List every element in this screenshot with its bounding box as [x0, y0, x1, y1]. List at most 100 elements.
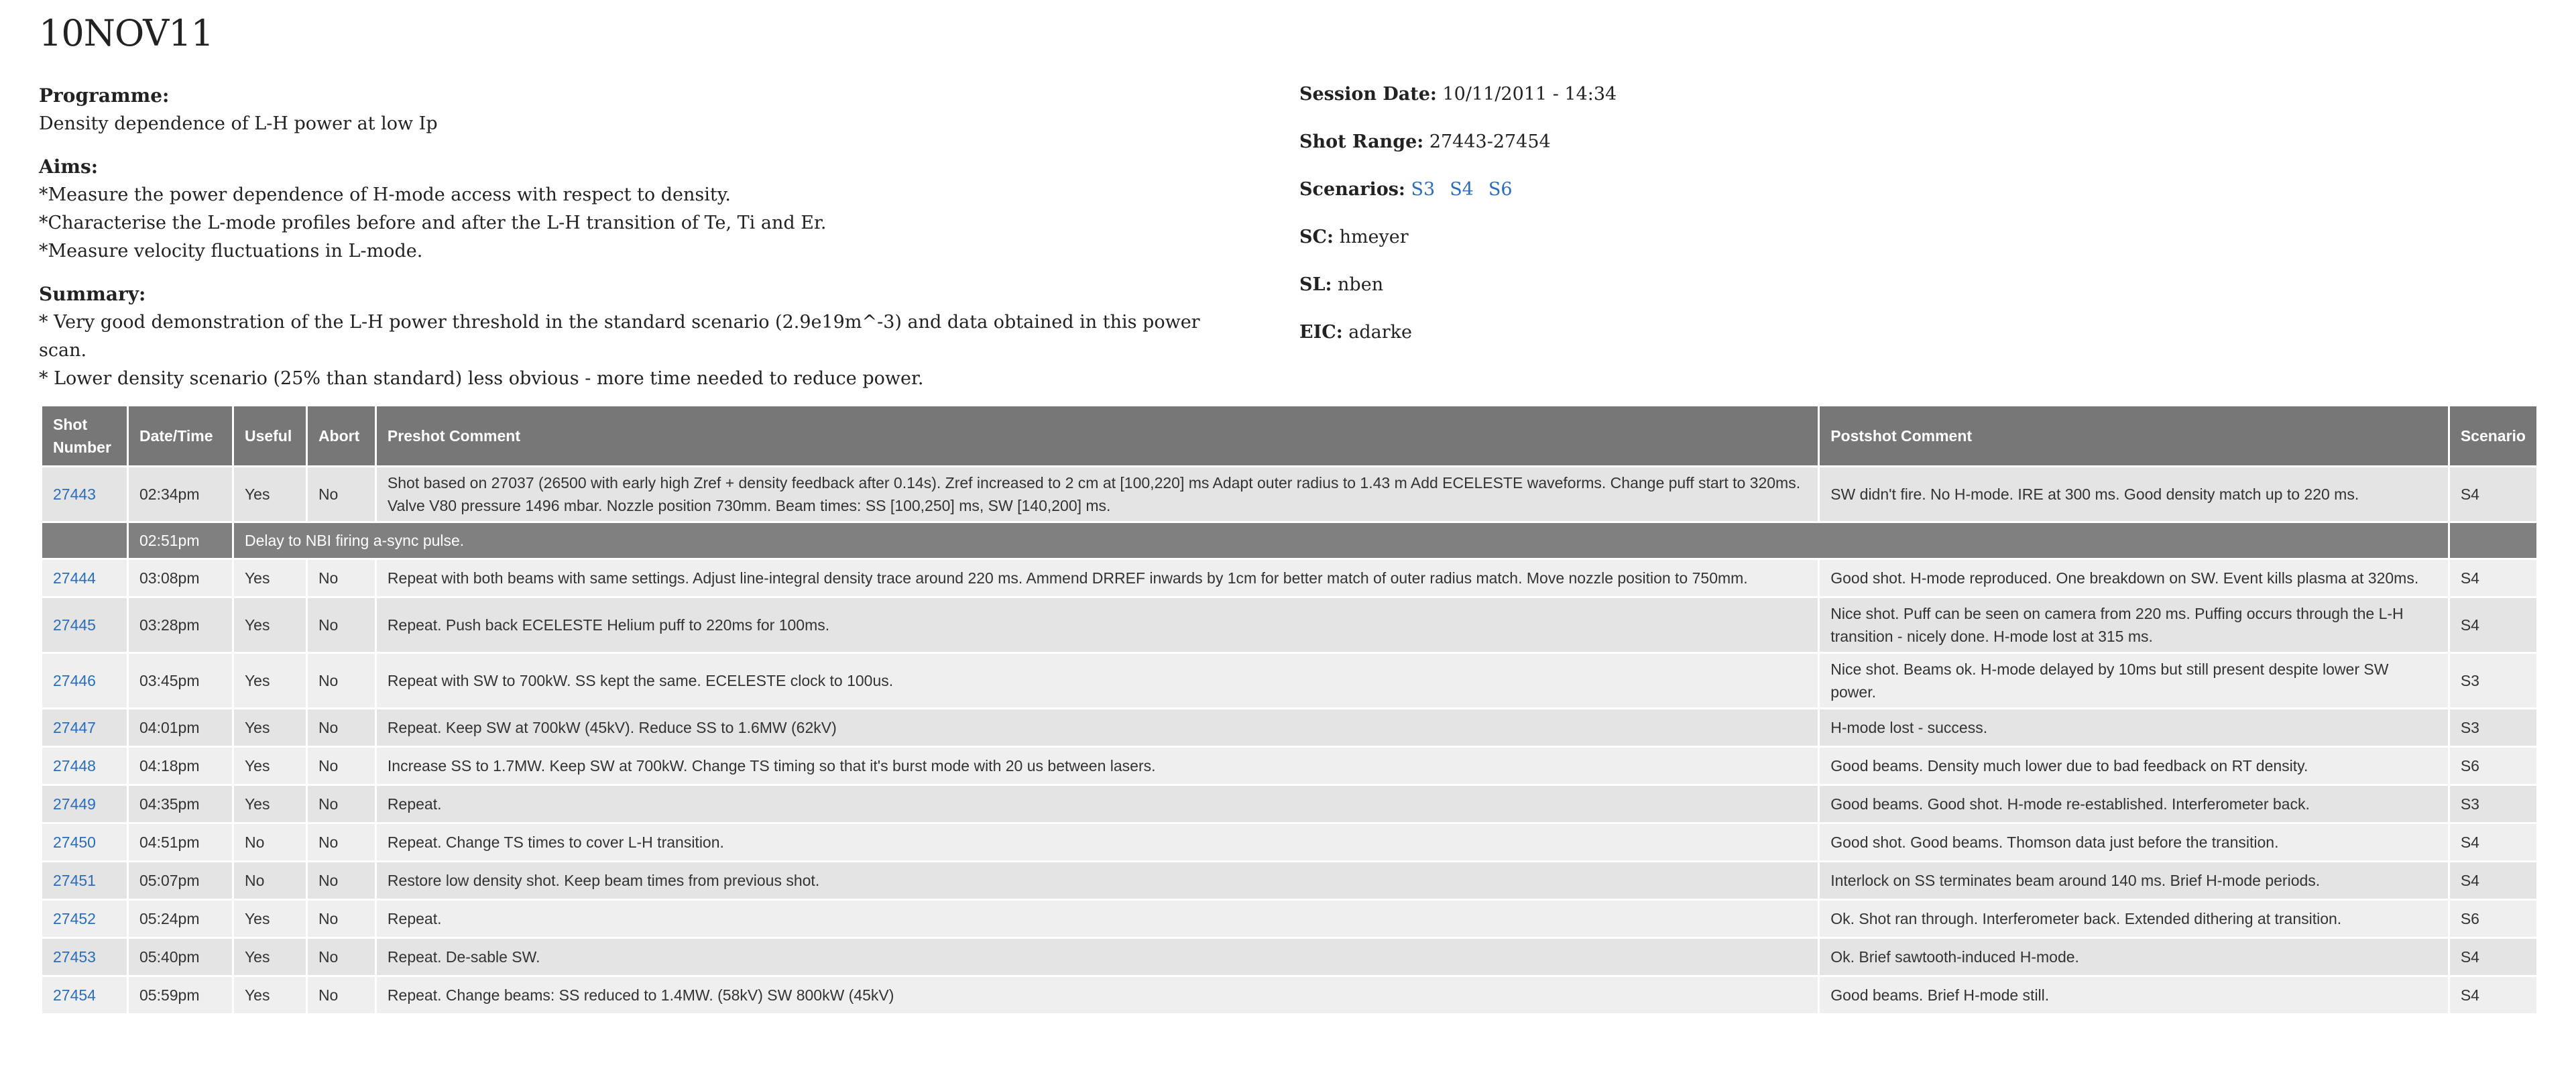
note-text: Delay to NBI firing a-sync pulse.	[231, 521, 2450, 560]
time-cell: 03:08pm	[126, 558, 234, 598]
programme-text: Density dependence of L-H power at low I…	[39, 113, 438, 134]
scenario-cell: S3	[2447, 707, 2539, 748]
header-scenario: Scenario	[2447, 404, 2539, 467]
shot-range-value: 27443-27454	[1429, 131, 1551, 152]
postshot-comment-cell: Good shot. Good beams. Thomson data just…	[1818, 822, 2450, 862]
table-row: 27453 05:40pm Yes No Repeat. De-sable SW. Ok.…	[40, 937, 2539, 977]
scenario-cell: S4	[2447, 822, 2539, 862]
scenario-cell: S4	[2447, 596, 2539, 654]
useful-cell: Yes	[231, 707, 308, 748]
abort-cell: No	[305, 860, 377, 901]
time-cell: 04:18pm	[126, 746, 234, 786]
shot-number-cell: 27454	[40, 975, 129, 1015]
table-row: 27452 05:24pm Yes No Repeat. Ok. Shot ran thr…	[40, 899, 2539, 939]
session-info: Session Date: 10/11/2011 - 14:34 Shot Ra…	[1299, 80, 1617, 366]
abort-cell: No	[305, 899, 377, 939]
table-row: 27446 03:45pm Yes No Repeat with SW to 700kW…	[40, 652, 2539, 709]
abort-cell: No	[305, 558, 377, 598]
table-row: 27451 05:07pm No No Restore low density shot…	[40, 860, 2539, 901]
table-row: 27445 03:28pm Yes No Repeat. Push back ECELE…	[40, 596, 2539, 654]
note-empty	[2447, 521, 2539, 560]
note-time: 02:51pm	[126, 521, 234, 560]
scenario-cell: S3	[2447, 652, 2539, 709]
preshot-comment-cell: Repeat. Change TS times to cover L-H tra…	[374, 822, 1820, 862]
postshot-comment-cell: Nice shot. Puff can be seen on camera fr…	[1818, 596, 2450, 654]
shot-number-link[interactable]: 27454	[53, 986, 96, 1004]
time-cell: 02:34pm	[126, 465, 234, 523]
scenario-cell: S6	[2447, 746, 2539, 786]
shot-number-cell: 27444	[40, 558, 129, 598]
time-cell: 05:07pm	[126, 860, 234, 901]
preshot-comment-cell: Repeat.	[374, 784, 1820, 824]
note-empty	[40, 521, 129, 560]
table-row: 27447 04:01pm Yes No Repeat. Keep SW at 700k…	[40, 707, 2539, 748]
useful-cell: Yes	[231, 784, 308, 824]
shot-number-cell: 27447	[40, 707, 129, 748]
aim-item: *Measure velocity fluctuations in L-mode…	[39, 241, 423, 262]
sl-label: SL:	[1299, 274, 1332, 295]
header-shot-number: Shot Number	[40, 404, 129, 467]
table-row: 27443 02:34pm Yes No Shot based on 27037 (26…	[40, 465, 2539, 523]
header-date-time: Date/Time	[126, 404, 234, 467]
shot-number-link[interactable]: 27444	[53, 569, 96, 587]
shot-number-cell: 27450	[40, 822, 129, 862]
abort-cell: No	[305, 707, 377, 748]
scenario-cell: S4	[2447, 975, 2539, 1015]
useful-cell: Yes	[231, 596, 308, 654]
session-date: Session Date: 10/11/2011 - 14:34	[1299, 80, 1617, 128]
useful-cell: Yes	[231, 465, 308, 523]
abort-cell: No	[305, 937, 377, 977]
shot-number-link[interactable]: 27446	[53, 672, 96, 689]
note-row: 02:51pm Delay to NBI firing a-sync pulse.	[40, 521, 2539, 560]
useful-cell: No	[231, 860, 308, 901]
shot-number-link[interactable]: 27448	[53, 757, 96, 775]
table-row: 27454 05:59pm Yes No Repeat. Change beams: S…	[40, 975, 2539, 1015]
scenarios-label: Scenarios:	[1299, 179, 1405, 200]
shot-number-link[interactable]: 27452	[53, 910, 96, 927]
header-preshot-comment: Preshot Comment	[374, 404, 1820, 467]
header-useful: Useful	[231, 404, 308, 467]
shot-number-cell: 27453	[40, 937, 129, 977]
abort-cell: No	[305, 746, 377, 786]
shot-number-cell: 27448	[40, 746, 129, 786]
postshot-comment-cell: H-mode lost - success.	[1818, 707, 2450, 748]
time-cell: 05:24pm	[126, 899, 234, 939]
shot-number-link[interactable]: 27443	[53, 485, 96, 503]
preshot-comment-cell: Repeat with both beams with same setting…	[374, 558, 1820, 598]
programme-section: Programme: Density dependence of L-H pow…	[39, 82, 1246, 138]
shot-number-cell: 27443	[40, 465, 129, 523]
engineer-in-charge: EIC: adarke	[1299, 319, 1617, 366]
shot-range: Shot Range: 27443-27454	[1299, 128, 1617, 176]
sc-label: SC:	[1299, 227, 1334, 247]
shot-number-cell: 27445	[40, 596, 129, 654]
session-date-label: Session Date:	[1299, 84, 1437, 105]
scenario-link-s4[interactable]: S4	[1450, 179, 1474, 200]
preshot-comment-cell: Repeat with SW to 700kW. SS kept the sam…	[374, 652, 1820, 709]
eic-value: adarke	[1348, 322, 1412, 343]
preshot-comment-cell: Repeat. Change beams: SS reduced to 1.4M…	[374, 975, 1820, 1015]
shot-number-link[interactable]: 27453	[53, 948, 96, 966]
table-row: 27449 04:35pm Yes No Repeat. Good beams. Good…	[40, 784, 2539, 824]
shot-number-link[interactable]: 27445	[53, 616, 96, 634]
table-row: 27444 03:08pm Yes No Repeat with both beams …	[40, 558, 2539, 598]
scenario-link-s3[interactable]: S3	[1411, 179, 1436, 200]
time-cell: 04:51pm	[126, 822, 234, 862]
shot-log-table: Shot Number Date/Time Useful Abort Presh…	[40, 404, 2539, 1015]
scenarios: Scenarios: S3 S4 S6	[1299, 176, 1617, 223]
postshot-comment-cell: SW didn't fire. No H-mode. IRE at 300 ms…	[1818, 465, 2450, 523]
useful-cell: Yes	[231, 899, 308, 939]
shot-number-link[interactable]: 27447	[53, 719, 96, 736]
postshot-comment-cell: Good beams. Brief H-mode still.	[1818, 975, 2450, 1015]
shot-number-link[interactable]: 27451	[53, 872, 96, 889]
session-leader: SL: nben	[1299, 271, 1617, 319]
shot-range-label: Shot Range:	[1299, 131, 1424, 152]
shot-number-link[interactable]: 27450	[53, 834, 96, 851]
scenario-link-s6[interactable]: S6	[1488, 179, 1513, 200]
shot-number-link[interactable]: 27449	[53, 795, 96, 813]
shot-number-cell: 27451	[40, 860, 129, 901]
summary-item: * Lower density scenario (25% than stand…	[39, 368, 924, 389]
useful-cell: No	[231, 822, 308, 862]
preshot-comment-cell: Repeat.	[374, 899, 1820, 939]
time-cell: 04:01pm	[126, 707, 234, 748]
session-details: Programme: Density dependence of L-H pow…	[39, 82, 1246, 408]
